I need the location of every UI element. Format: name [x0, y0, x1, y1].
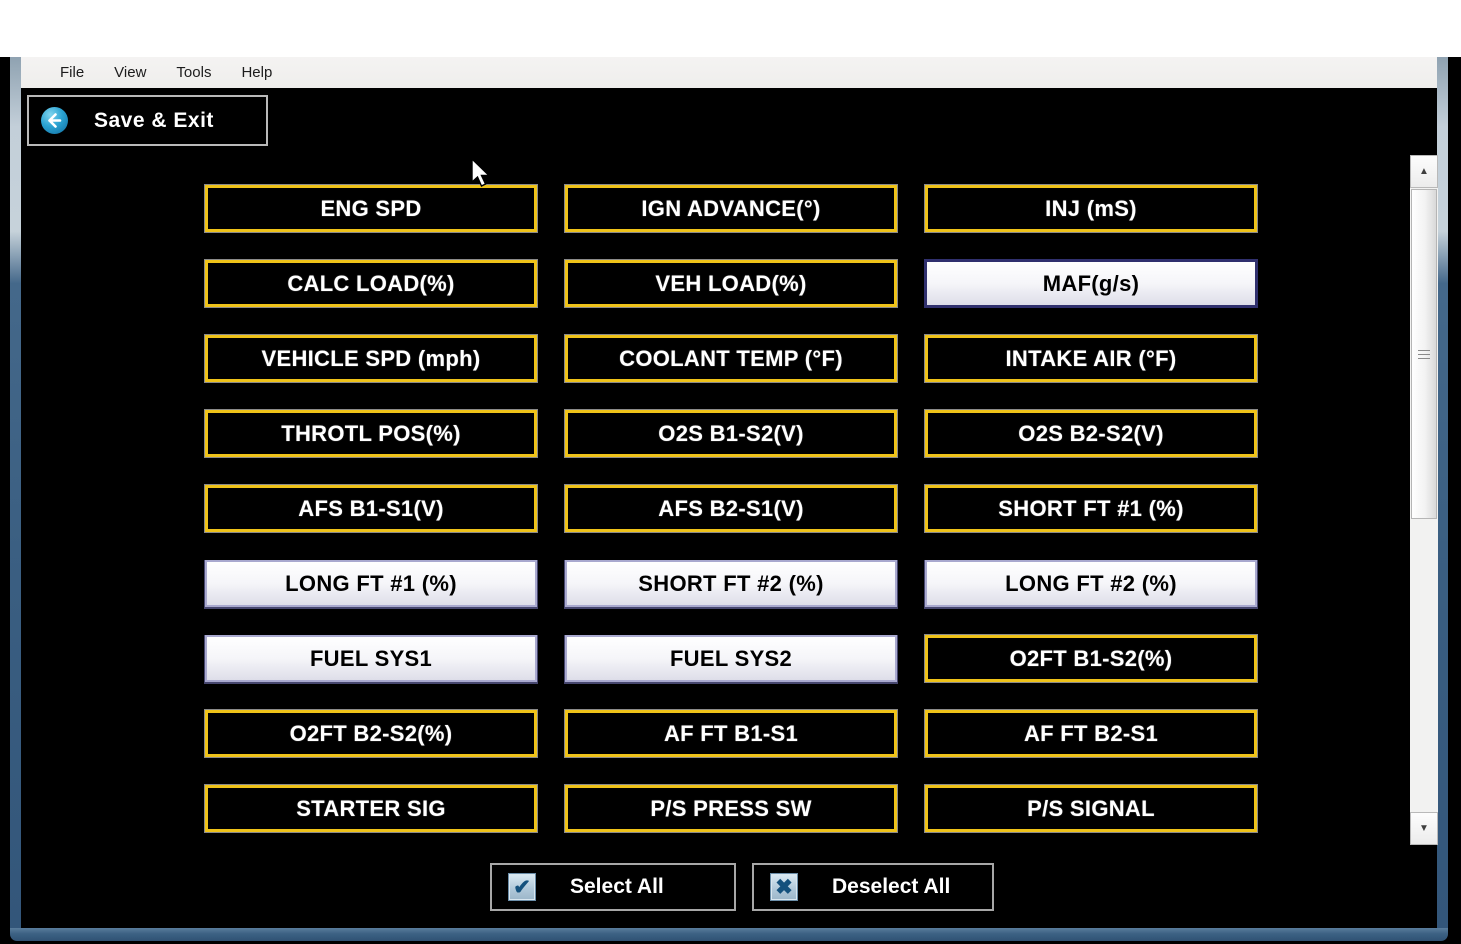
- pid-button-ps-signal[interactable]: P/S SIGNAL: [925, 785, 1257, 832]
- pid-button-fuel-sys2[interactable]: FUEL SYS2: [565, 635, 897, 682]
- pid-button-inj[interactable]: INJ (mS): [925, 185, 1257, 232]
- pid-button-vehicle-spd[interactable]: VEHICLE SPD (mph): [205, 335, 537, 382]
- menu-tools[interactable]: Tools: [161, 57, 226, 88]
- save-exit-button[interactable]: Save & Exit: [27, 95, 268, 146]
- pid-button-long-ft-2[interactable]: LONG FT #2 (%): [925, 560, 1257, 607]
- pid-button-ign-advance[interactable]: IGN ADVANCE(°): [565, 185, 897, 232]
- pid-button-fuel-sys1[interactable]: FUEL SYS1: [205, 635, 537, 682]
- back-arrow-icon: [41, 107, 68, 134]
- save-exit-label: Save & Exit: [94, 109, 214, 133]
- pid-grid: ENG SPD IGN ADVANCE(°) INJ (mS) CALC LOA…: [205, 185, 1257, 832]
- window-border-left: [10, 57, 21, 928]
- pid-button-ps-press-sw[interactable]: P/S PRESS SW: [565, 785, 897, 832]
- pid-button-short-ft-2[interactable]: SHORT FT #2 (%): [565, 560, 897, 607]
- deselect-all-label: Deselect All: [832, 875, 950, 899]
- menu-help[interactable]: Help: [226, 57, 287, 88]
- menu-file[interactable]: File: [45, 57, 99, 88]
- select-all-label: Select All: [570, 875, 664, 899]
- select-all-button[interactable]: ✔ Select All: [490, 863, 736, 911]
- vertical-scrollbar[interactable]: ▲ ▼: [1410, 155, 1438, 845]
- pid-button-short-ft-1[interactable]: SHORT FT #1 (%): [925, 485, 1257, 532]
- checkbox-cross-icon: ✖: [770, 873, 798, 901]
- pid-button-starter-sig[interactable]: STARTER SIG: [205, 785, 537, 832]
- pid-button-o2ft-b1-s2[interactable]: O2FT B1-S2(%): [925, 635, 1257, 682]
- scrollbar-grip-icon: [1418, 347, 1430, 362]
- pid-button-afs-b2-s1[interactable]: AFS B2-S1(V): [565, 485, 897, 532]
- scrollbar-down-icon[interactable]: ▼: [1410, 812, 1438, 845]
- pid-button-eng-spd[interactable]: ENG SPD: [205, 185, 537, 232]
- pid-button-o2ft-b2-s2[interactable]: O2FT B2-S2(%): [205, 710, 537, 757]
- pid-button-intake-air[interactable]: INTAKE AIR (°F): [925, 335, 1257, 382]
- scrollbar-up-icon[interactable]: ▲: [1410, 155, 1438, 188]
- checkbox-checked-icon: ✔: [508, 873, 536, 901]
- client-area: Save & Exit ENG SPD IGN ADVANCE(°) INJ (…: [21, 88, 1437, 928]
- menu-bar: File View Tools Help: [21, 57, 1437, 88]
- pid-button-af-ft-b2-s1[interactable]: AF FT B2-S1: [925, 710, 1257, 757]
- pid-button-af-ft-b1-s1[interactable]: AF FT B1-S1: [565, 710, 897, 757]
- menu-view[interactable]: View: [99, 57, 161, 88]
- scrollbar-thumb[interactable]: [1411, 189, 1437, 519]
- pid-button-long-ft-1[interactable]: LONG FT #1 (%): [205, 560, 537, 607]
- window-border-right: [1437, 57, 1448, 928]
- pid-button-afs-b1-s1[interactable]: AFS B1-S1(V): [205, 485, 537, 532]
- pid-button-maf[interactable]: MAF(g/s): [925, 260, 1257, 307]
- deselect-all-button[interactable]: ✖ Deselect All: [752, 863, 994, 911]
- pid-button-throtl-pos[interactable]: THROTL POS(%): [205, 410, 537, 457]
- pid-button-veh-load[interactable]: VEH LOAD(%): [565, 260, 897, 307]
- pid-button-o2s-b1-s2[interactable]: O2S B1-S2(V): [565, 410, 897, 457]
- window-border-bottom: [10, 928, 1448, 941]
- pid-button-o2s-b2-s2[interactable]: O2S B2-S2(V): [925, 410, 1257, 457]
- pid-button-coolant-temp[interactable]: COOLANT TEMP (°F): [565, 335, 897, 382]
- pid-button-calc-load[interactable]: CALC LOAD(%): [205, 260, 537, 307]
